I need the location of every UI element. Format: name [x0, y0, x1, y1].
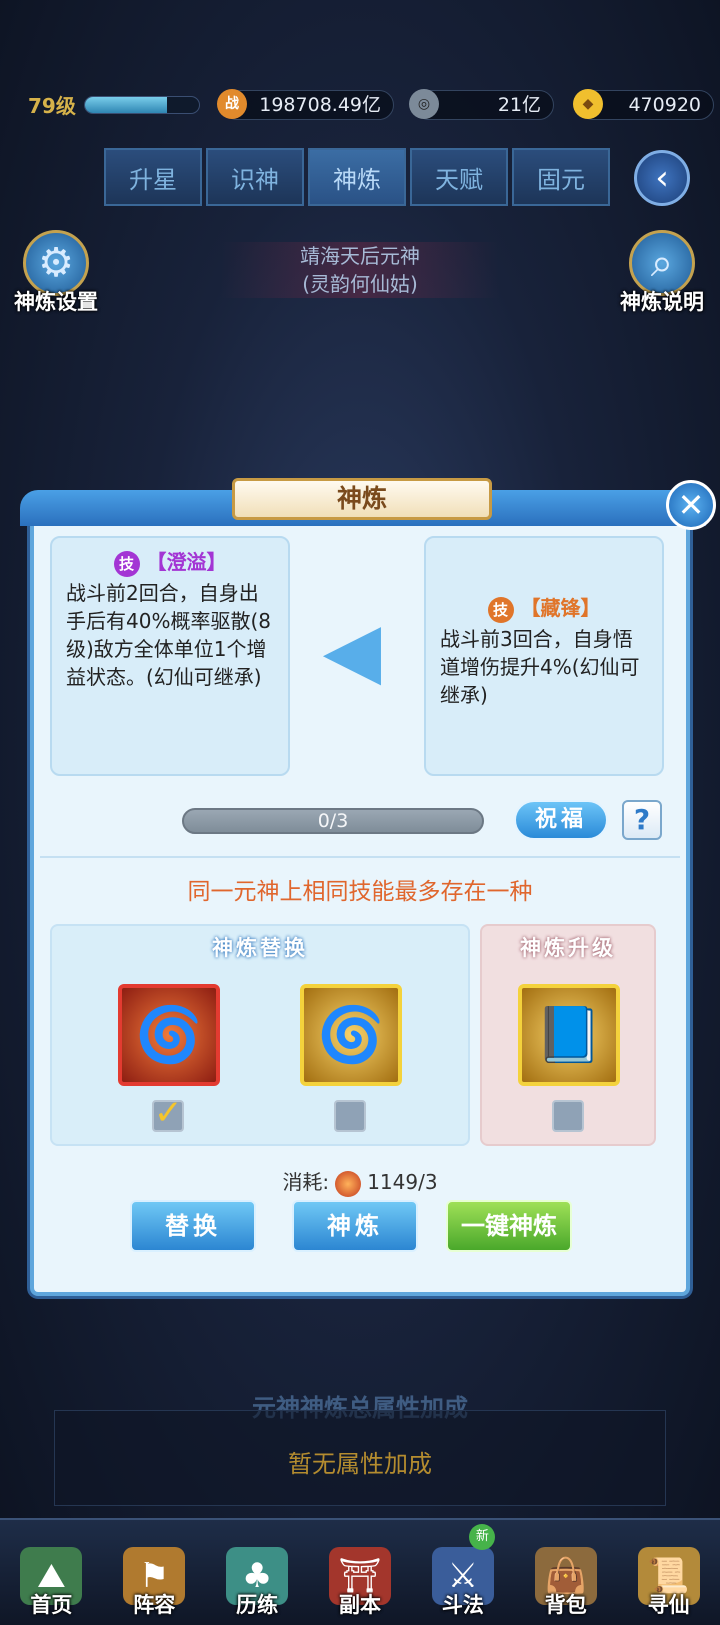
cost-line: 消耗: 1149/3 [34, 1166, 686, 1197]
combat-power-display: 战 198708.49亿 [217, 89, 394, 120]
nav-bag[interactable]: 👜 背包 [514, 1520, 617, 1625]
replace-panel: 神炼替换 🌀 ✓ 🌀 [50, 924, 470, 1146]
skill-book-item[interactable]: 📘 [518, 984, 620, 1086]
refine-button[interactable]: 神炼 [292, 1200, 418, 1252]
tab-star-up[interactable]: 升星 [104, 148, 202, 206]
close-icon: ✕ [677, 486, 705, 524]
refine-help-button[interactable]: ⌕ 神炼说明 [614, 230, 710, 316]
new-skill-desc: 战斗前3回合，自身悟道增伤提升4%(幻仙可继承) [440, 626, 640, 707]
help-button[interactable]: ? [622, 800, 662, 840]
tab-talent[interactable]: 天赋 [410, 148, 508, 206]
new-skill-head: 技 【藏锋】 [440, 594, 648, 623]
hero-subtitle: (灵韵何仙姑) [302, 272, 418, 296]
gold-gem-checkbox[interactable] [334, 1100, 366, 1132]
refine-dialog: 神炼 ✕ 技 【澄溢】 战斗前2回合，自身出手后有40%概率驱散(8级)敌方全体… [20, 478, 716, 1296]
bless-progress-bar: 0/3 [182, 808, 484, 834]
coin-icon: ◎ [409, 89, 439, 119]
nav-lineup-label: 阵容 [133, 1593, 176, 1617]
back-button[interactable]: ‹ [634, 150, 690, 206]
coins-display: ◎ 21亿 [409, 89, 554, 120]
replace-panel-title: 神炼替换 [212, 936, 308, 960]
coins-value: 21亿 [497, 94, 541, 116]
check-icon: ✓ [154, 1093, 183, 1133]
nav-dungeon[interactable]: ⛩ 副本 [309, 1520, 412, 1625]
nav-training[interactable]: ♣ 历练 [206, 1520, 309, 1625]
nav-home[interactable]: ⛰ 首页 [0, 1520, 103, 1625]
combat-power-value: 198708.49亿 [259, 94, 381, 116]
skill-badge-icon: 技 [487, 596, 514, 623]
bonus-text: 暂无属性加成 [288, 1450, 432, 1478]
cost-value: 1149/3 [367, 1170, 438, 1194]
book-icon: 📘 [535, 1003, 603, 1066]
close-button[interactable]: ✕ [666, 480, 716, 530]
nav-seek[interactable]: 📜 寻仙 [617, 1520, 720, 1625]
replace-button[interactable]: 替换 [130, 1200, 256, 1252]
gold-ingot-icon: ◆ [573, 89, 603, 119]
tab-identify[interactable]: 识神 [206, 148, 304, 206]
nav-dungeon-label: 副本 [339, 1593, 381, 1617]
top-resource-bar: 79级 战 198708.49亿 ◎ 21亿 ◆ 470920 [0, 84, 720, 128]
refine-gem-icon [335, 1170, 362, 1197]
tab-refine[interactable]: 神炼 [308, 148, 406, 206]
red-gem-item[interactable]: 🌀 [118, 984, 220, 1086]
rule-text: 同一元神上相同技能最多存在一种 [187, 879, 533, 905]
nav-seek-label: 寻仙 [647, 1593, 690, 1617]
refine-settings-label: 神炼设置 [14, 290, 98, 314]
upgrade-panel-title: 神炼升级 [520, 936, 616, 960]
nav-battle-label: 斗法 [441, 1593, 484, 1617]
tab-solidify[interactable]: 固元 [512, 148, 610, 206]
dialog-title: 神炼 [232, 478, 492, 520]
xp-bar-fill [85, 97, 168, 113]
red-gem-checkbox[interactable]: ✓ [152, 1096, 184, 1132]
gold-value: 470920 [628, 94, 701, 116]
combat-power-icon: 战 [217, 89, 247, 119]
arrow-left-icon: ◀ [322, 605, 382, 694]
xp-bar [84, 96, 200, 114]
nav-battle[interactable]: ⚔ 新 斗法 [411, 1520, 514, 1625]
refine-settings-button[interactable]: ⚙ 神炼设置 [8, 230, 104, 316]
swirl-gem-icon: 🌀 [135, 1003, 203, 1066]
back-arrow-icon: ‹ [655, 158, 669, 198]
cost-label: 消耗: [282, 1170, 330, 1194]
skill-badge-icon: 技 [113, 550, 140, 577]
swirl-gem-icon: 🌀 [317, 1003, 385, 1066]
current-skill-name: 【澄溢】 [146, 550, 227, 574]
player-level: 79级 [28, 94, 76, 118]
hero-name: 靖海天后元神 (灵韵何仙姑) [220, 242, 500, 298]
bottom-nav: ⛰ 首页 ⚑ 阵容 ♣ 历练 ⛩ 副本 ⚔ 新 斗法 👜 背包 📜 寻仙 [0, 1518, 720, 1625]
new-skill-card: 技 【藏锋】 战斗前3回合，自身悟道增伤提升4%(幻仙可继承) [424, 536, 664, 776]
gold-display: ◆ 470920 [573, 89, 714, 120]
current-skill-card: 技 【澄溢】 战斗前2回合，自身出手后有40%概率驱散(8级)敌方全体单位1个增… [50, 536, 290, 776]
current-skill-desc: 战斗前2回合，自身出手后有40%概率驱散(8级)敌方全体单位1个增益状态。(幻仙… [66, 580, 271, 689]
skill-book-checkbox[interactable] [552, 1100, 584, 1132]
nav-training-label: 历练 [236, 1593, 279, 1617]
new-badge: 新 [469, 1524, 496, 1550]
new-skill-name: 【藏锋】 [520, 596, 601, 620]
divider [40, 856, 680, 858]
bless-button[interactable]: 祝福 [514, 800, 608, 840]
upgrade-panel: 神炼升级 📘 [480, 924, 656, 1146]
one-click-refine-button[interactable]: 一键神炼 [446, 1200, 572, 1252]
current-skill-head: 技 【澄溢】 [66, 548, 274, 577]
gold-gem-item[interactable]: 🌀 [300, 984, 402, 1086]
tab-bar: 升星 识神 神炼 天赋 固元 [104, 148, 616, 206]
nav-bag-label: 背包 [544, 1593, 587, 1617]
refine-help-label: 神炼说明 [620, 290, 704, 314]
nav-home-label: 首页 [30, 1593, 73, 1617]
nav-lineup[interactable]: ⚑ 阵容 [103, 1520, 206, 1625]
hero-title: 靖海天后元神 [300, 244, 420, 268]
